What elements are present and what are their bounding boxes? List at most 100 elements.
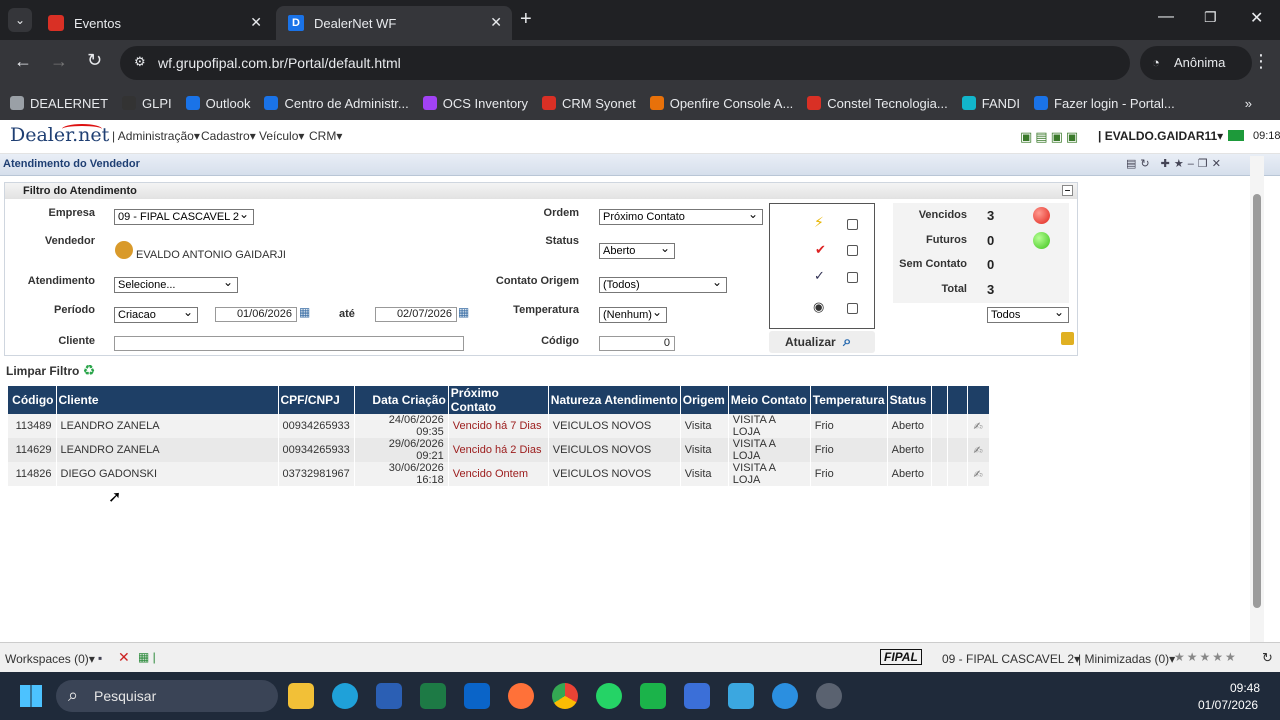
bookmark-item[interactable]: Outlook (185, 96, 250, 111)
column-header[interactable] (967, 386, 990, 414)
limpar-filtro-button[interactable]: Limpar Filtro ♻ (6, 362, 95, 379)
reload-icon[interactable]: ↻ (87, 50, 102, 71)
save-icon[interactable]: ▪ (98, 651, 102, 665)
column-header[interactable]: Status (887, 386, 932, 414)
address-bar[interactable]: ⚙ wf.grupofipal.com.br/Portal/default.ht… (120, 46, 1130, 80)
minimize-window-icon[interactable]: — (1158, 8, 1174, 26)
network-icon[interactable] (684, 683, 710, 709)
atendimento-select[interactable]: Selecione... (114, 275, 238, 293)
bookmark-item[interactable]: Openfire Console A... (649, 96, 793, 111)
chat-icon[interactable] (772, 683, 798, 709)
user-menu[interactable]: | EVALDO.GAIDAR11▾ (1098, 129, 1223, 143)
list-check-checkbox[interactable] (847, 272, 858, 283)
bookmark-item[interactable]: DEALERNET (10, 96, 108, 111)
todos-select[interactable]: Todos (987, 305, 1069, 323)
taskbar-search[interactable]: ⌕ Pesquisar (56, 680, 278, 712)
column-header[interactable]: Origem (680, 386, 729, 414)
restore-window-icon[interactable]: ❐ (1204, 9, 1217, 26)
minimizadas-menu[interactable]: | Minimizadas (0)▾ (1078, 652, 1175, 666)
column-header[interactable]: Próximo Contato (448, 386, 549, 414)
chrome-icon[interactable] (552, 683, 578, 709)
calendar-icon[interactable]: ▦ (299, 305, 310, 319)
phone-checkbox[interactable] (847, 303, 858, 314)
refresh-icon[interactable]: ↻ (1262, 650, 1273, 666)
scrollbar-thumb[interactable] (1253, 194, 1261, 608)
close-tab-icon[interactable]: ✕ (250, 14, 262, 31)
forward-arrow-icon[interactable]: → (50, 51, 68, 72)
favorites-stars[interactable]: ★★★★★ (1174, 650, 1238, 664)
tab-search-dropdown[interactable]: ⌄ (8, 8, 32, 32)
remote-app-icon[interactable] (640, 683, 666, 709)
bookmark-item[interactable]: Fazer login - Portal... (1034, 96, 1175, 111)
close-tab-icon[interactable]: ✕ (490, 14, 502, 31)
column-header[interactable]: Temperatura (810, 386, 888, 414)
back-arrow-icon[interactable]: ← (14, 51, 32, 72)
tab-dealernet[interactable]: D DealerNet WF ✕ (276, 6, 512, 40)
browser-menu-icon[interactable]: ⋮ (1252, 51, 1270, 72)
bookmark-item[interactable]: Constel Tecnologia... (807, 96, 948, 111)
column-header[interactable]: Código (8, 386, 57, 414)
table-row[interactable]: 114826 DIEGO GADONSKI 03732981967 30/06/202… (8, 462, 990, 486)
ordem-select[interactable]: Próximo Contato (599, 207, 763, 225)
column-header[interactable]: CPF/CNPJ (278, 386, 355, 414)
menu-crm[interactable]: CRM▾ (309, 129, 342, 143)
check-checkbox[interactable] (847, 245, 858, 256)
column-header[interactable]: Natureza Atendimento (548, 386, 681, 414)
more-bookmarks-icon[interactable]: » (1245, 96, 1252, 111)
periodo-select[interactable]: Criacao (114, 305, 198, 323)
notes-icon[interactable] (728, 683, 754, 709)
profile-button[interactable]: ◔ Anônima (1140, 46, 1252, 80)
menu-cadastro[interactable]: Cadastro▾ (201, 129, 256, 143)
date-from-input[interactable]: 01/06/2026 (215, 307, 297, 322)
bookmark-item[interactable]: CRM Syonet (542, 96, 636, 111)
column-header[interactable]: Cliente (56, 386, 279, 414)
atualizar-button[interactable]: Atualizar ⌕ (769, 331, 875, 353)
open-record-icon[interactable]: ✍ (967, 414, 990, 438)
delete-icon[interactable]: ✕ (118, 649, 130, 666)
profile-label: Anônima (1174, 55, 1226, 70)
firefox-icon[interactable] (508, 683, 534, 709)
site-info-icon[interactable]: ⚙ (134, 54, 146, 70)
tab-eventos[interactable]: Eventos ✕ (36, 6, 272, 40)
column-header[interactable]: Meio Contato (728, 386, 811, 414)
bookmark-item[interactable]: OCS Inventory (422, 96, 528, 111)
window-controls[interactable]: ▤↻ ✚★–❐✕ (1126, 157, 1225, 170)
collapse-icon[interactable]: – (1062, 185, 1073, 196)
workspace-icon[interactable]: ▦ | (138, 650, 156, 664)
bookmark-item[interactable]: GLPI (122, 96, 172, 111)
whatsapp-icon[interactable] (596, 683, 622, 709)
table-row[interactable]: 113489 LEANDRO ZANELA 00934265933 24/06/202… (8, 414, 990, 438)
table-row[interactable]: 114629 LEANDRO ZANELA 00934265933 29/06/202… (8, 438, 990, 462)
open-record-icon[interactable]: ✍ (967, 438, 990, 462)
column-header[interactable] (947, 386, 968, 414)
outlook-icon[interactable] (464, 683, 490, 709)
brazil-flag-icon[interactable] (1228, 130, 1244, 141)
workspaces-menu[interactable]: Workspaces (0)▾ (5, 652, 95, 666)
menu-administracao[interactable]: | Administração▾ (112, 129, 200, 143)
bookmark-item[interactable]: Centro de Administr... (264, 96, 409, 111)
windows-start-icon[interactable] (20, 685, 42, 707)
header-tool-icons[interactable]: ▣▤▣▣ (1020, 129, 1081, 145)
vertical-scrollbar[interactable] (1250, 156, 1264, 642)
codigo-input[interactable]: 0 (599, 336, 675, 351)
new-tab-button[interactable]: + (520, 8, 532, 31)
contato-origem-select[interactable]: (Todos) (599, 275, 727, 293)
word-icon[interactable] (376, 683, 402, 709)
lock-icon[interactable] (1061, 332, 1074, 345)
temperatura-select[interactable]: (Nenhum) (599, 305, 667, 323)
menu-veiculo[interactable]: Veículo▾ (259, 129, 304, 143)
status-select[interactable]: Aberto (599, 241, 675, 259)
column-header[interactable]: Data Criação (354, 386, 449, 414)
empresa-select[interactable]: 09 - FIPAL CASCAVEL 2 (114, 207, 254, 225)
column-header[interactable] (931, 386, 948, 414)
explorer-icon[interactable] (288, 683, 314, 709)
cliente-input[interactable] (114, 336, 464, 351)
open-record-icon[interactable]: ✍ (967, 462, 990, 486)
excel-icon[interactable] (420, 683, 446, 709)
settings-app-icon[interactable] (816, 683, 842, 709)
lightning-checkbox[interactable] (847, 219, 858, 230)
close-window-icon[interactable]: ✕ (1250, 8, 1263, 28)
edge-icon[interactable] (332, 683, 358, 709)
empresa-status[interactable]: 09 - FIPAL CASCAVEL 2▾ (942, 652, 1080, 666)
bookmark-item[interactable]: FANDI (961, 96, 1020, 111)
